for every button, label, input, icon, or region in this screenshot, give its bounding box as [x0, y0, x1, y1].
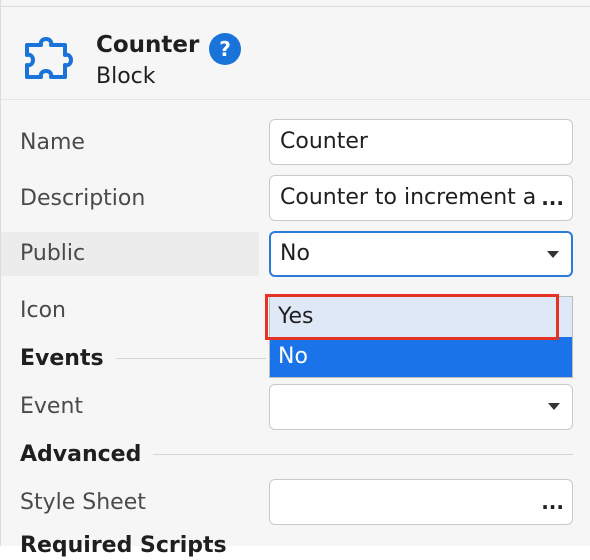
header-divider — [1, 99, 590, 100]
public-select[interactable]: No — [269, 231, 573, 277]
public-selected-value: No — [280, 241, 310, 266]
advanced-section-line — [153, 454, 573, 455]
properties-panel: Counter Block ? Name Counter Description… — [0, 0, 590, 558]
chevron-down-icon — [547, 251, 559, 258]
name-label: Name — [20, 130, 85, 155]
required-scripts-section-title: Required Scripts — [20, 533, 227, 558]
annotation-highlight-box — [265, 294, 559, 340]
puzzle-icon — [25, 37, 73, 79]
event-select[interactable] — [269, 384, 573, 430]
name-input[interactable]: Counter — [269, 119, 573, 165]
page-title: Counter — [96, 32, 200, 58]
dropdown-option-no[interactable]: No — [270, 337, 572, 377]
events-section-title: Events — [20, 346, 104, 371]
page-subtitle: Block — [96, 64, 156, 89]
style-sheet-more-icon[interactable]: ... — [541, 480, 564, 524]
icon-label: Icon — [20, 298, 66, 323]
public-label: Public — [20, 241, 86, 266]
panel-header: Counter Block ? — [1, 7, 590, 99]
style-sheet-field[interactable]: ... — [269, 479, 573, 525]
events-section-line — [116, 358, 266, 359]
chevron-down-icon — [548, 403, 560, 410]
style-sheet-label: Style Sheet — [20, 490, 146, 515]
help-icon[interactable]: ? — [209, 33, 241, 65]
description-more-icon[interactable]: ... — [541, 176, 564, 220]
event-label: Event — [20, 394, 84, 419]
description-label: Description — [20, 186, 146, 211]
description-value: Counter to increment a — [280, 185, 537, 210]
description-field[interactable]: Counter to increment a ... — [269, 175, 573, 221]
advanced-section-title: Advanced — [20, 442, 142, 467]
